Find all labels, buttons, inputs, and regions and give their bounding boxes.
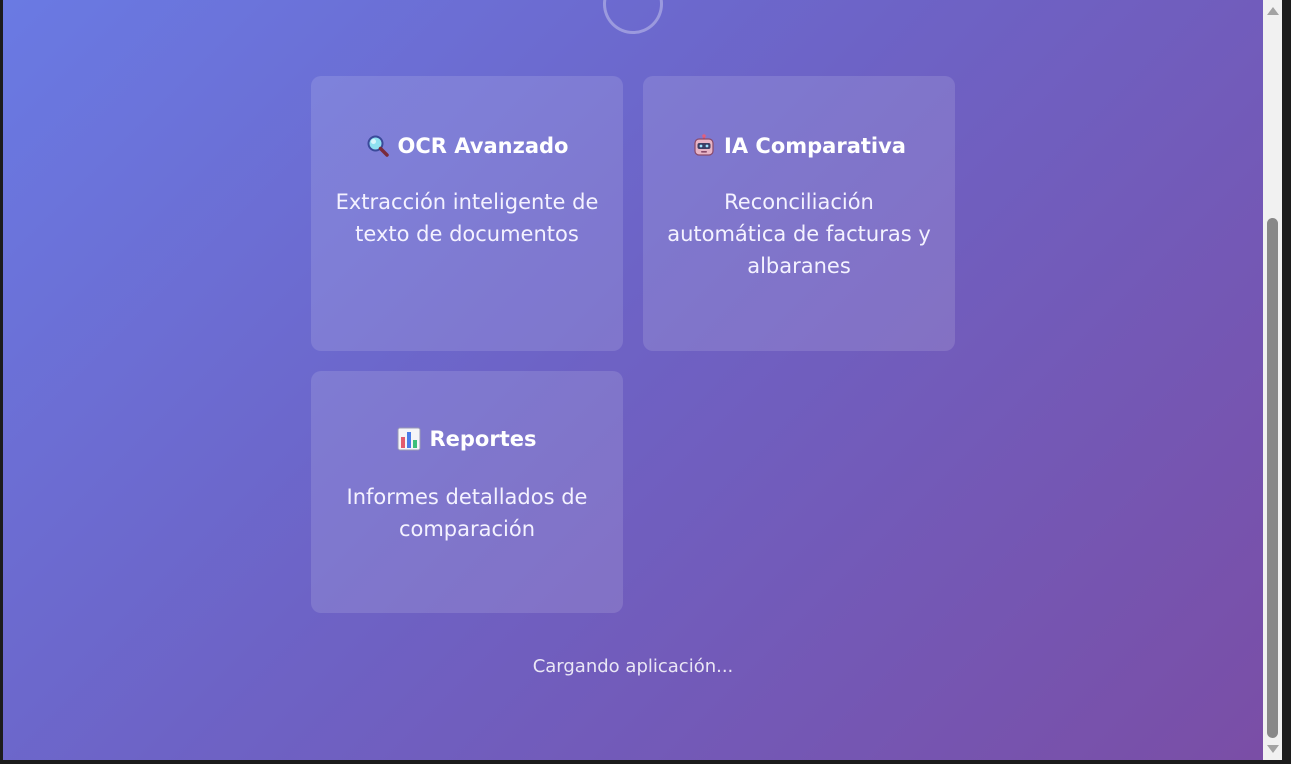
feature-card-reportes: Reportes Informes detallados de comparac… [311,371,623,613]
feature-card-ocr: OCR Avanzado Extracción inteligente de t… [311,76,623,351]
loading-spinner [603,0,663,34]
scroll-up-arrow-icon[interactable] [1267,7,1279,15]
vertical-scrollbar[interactable] [1263,0,1282,760]
feature-card-ia: IA Comparativa Reconciliación automática… [643,76,955,351]
card-description: Extracción inteligente de texto de docum… [335,190,599,246]
card-title: IA Comparativa [724,134,906,158]
loading-screen: OCR Avanzado Extracción inteligente de t… [3,0,1263,760]
card-title: OCR Avanzado [397,134,569,158]
card-title: Reportes [429,427,537,451]
bar-chart-icon [397,427,421,451]
magnifier-icon [366,134,390,158]
card-description: Informes detallados de comparación [346,485,588,541]
card-description: Reconciliación automática de facturas y … [667,190,931,278]
scrollbar-thumb[interactable] [1267,218,1278,738]
scroll-down-arrow-icon[interactable] [1267,745,1279,753]
robot-icon [692,134,716,158]
loading-text: Cargando aplicación... [532,656,734,677]
